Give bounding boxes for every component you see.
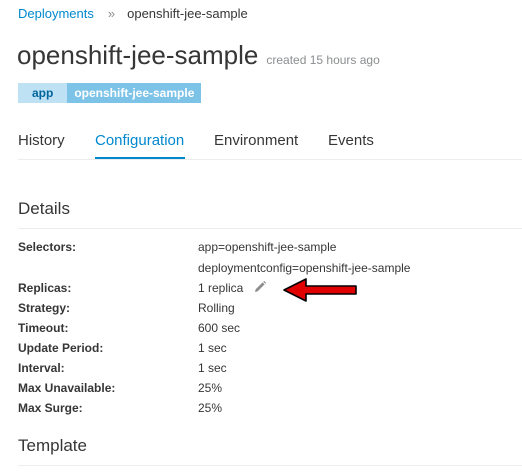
tab-bar: History Configuration Environment Events [18,122,522,160]
tab-configuration[interactable]: Configuration [95,132,184,149]
timeout-label: Timeout: [18,321,69,335]
tab-history[interactable]: History [18,132,65,149]
active-tab-indicator [95,157,185,159]
strategy-value: Rolling [198,301,235,315]
details-divider [18,228,522,229]
details-heading: Details [18,199,70,218]
breadcrumb: Deployments » openshift-jee-sample [18,6,248,21]
breadcrumb-separator: » [107,6,116,21]
selectors-label: Selectors: [18,240,77,254]
timeout-value: 600 sec [198,321,241,335]
label-value[interactable]: openshift-jee-sample [67,83,202,103]
max-unavailable-label: Max Unavailable: [18,381,116,395]
strategy-label: Strategy: [18,301,71,315]
selector-value: app=openshift-jee-sample [198,240,337,254]
template-divider [18,465,522,466]
created-timestamp: created 15 hours ago [266,53,380,67]
replicas-value: 1 replica [198,281,244,295]
breadcrumb-current: openshift-jee-sample [127,6,248,21]
tab-events[interactable]: Events [328,132,374,149]
interval-value: 1 sec [198,361,227,375]
selector-value: deploymentconfig=openshift-jee-sample [198,261,411,275]
label-key[interactable]: app [18,83,68,103]
max-unavailable-value: 25% [198,381,223,395]
tab-environment[interactable]: Environment [214,132,298,149]
page-header: openshift-jee-sample created 15 hours ag… [17,40,380,71]
label-chip[interactable]: app openshift-jee-sample [18,83,202,103]
update-period-value: 1 sec [198,341,227,355]
update-period-label: Update Period: [18,341,104,355]
replicas-label: Replicas: [18,281,72,295]
page-title: openshift-jee-sample [17,40,259,70]
max-surge-value: 25% [198,401,223,415]
interval-label: Interval: [18,361,65,375]
breadcrumb-deployments-link[interactable]: Deployments [18,6,94,21]
max-surge-label: Max Surge: [18,401,83,415]
template-heading: Template [18,436,87,455]
pencil-icon[interactable] [253,280,267,294]
red-arrow-left-icon [283,278,357,302]
